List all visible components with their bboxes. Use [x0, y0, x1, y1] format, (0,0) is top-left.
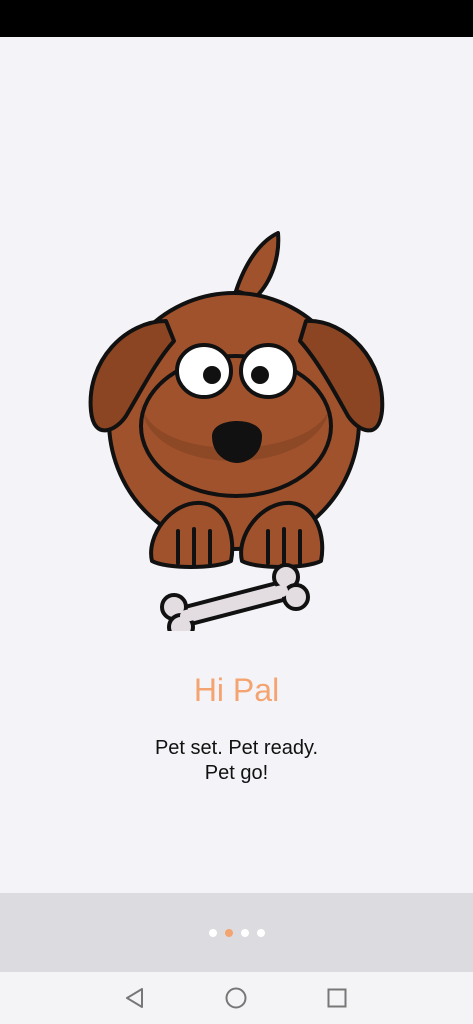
page-dot-4[interactable] [256, 929, 265, 937]
home-circle-icon[interactable] [220, 982, 252, 1014]
page-dot-2-active[interactable] [224, 929, 233, 937]
recents-square-icon[interactable] [321, 982, 353, 1014]
onboarding-subtitle: Pet set. Pet ready. Pet go! [120, 736, 353, 786]
page-dot-1[interactable] [208, 929, 217, 937]
dog-illustration [88, 231, 385, 631]
bone-illustration [160, 563, 310, 631]
onboarding-title: Hi Pal [193, 672, 280, 708]
status-bar [0, 0, 473, 37]
dog-tail [234, 231, 281, 299]
page-indicator [0, 929, 473, 937]
onboarding-subtitle-line-2: Pet go! [204, 762, 269, 784]
onboarding-subtitle-line-1: Pet set. Pet ready. [154, 737, 319, 759]
system-navigation-bar [0, 972, 473, 1024]
back-triangle-icon[interactable] [119, 982, 151, 1014]
pager-bar [0, 893, 473, 972]
page-dot-3[interactable] [240, 929, 249, 937]
